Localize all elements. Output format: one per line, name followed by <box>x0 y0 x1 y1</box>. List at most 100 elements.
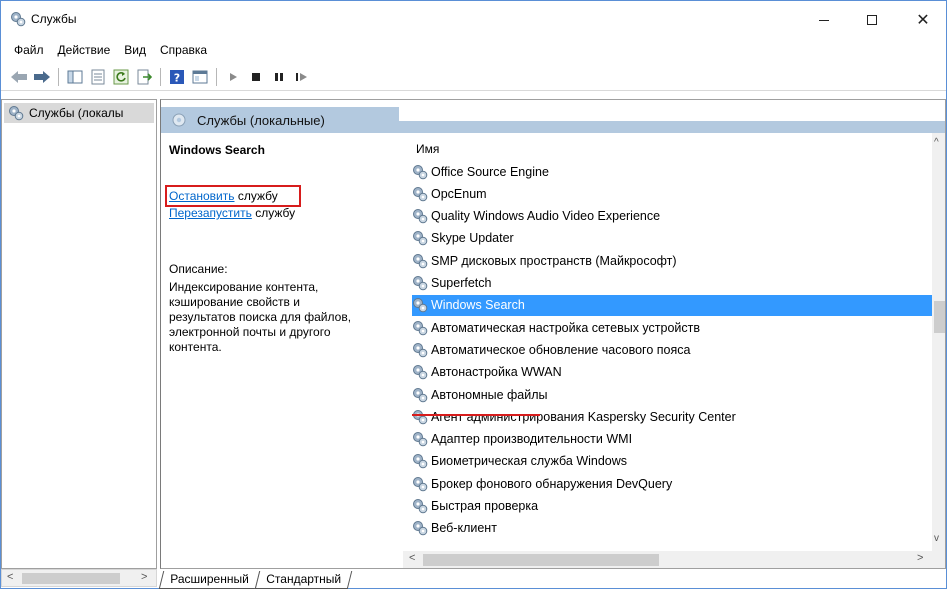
service-gear-icon <box>413 298 428 313</box>
scroll-thumb[interactable] <box>423 554 659 566</box>
service-row[interactable]: Агент администрирования Kaspersky Securi… <box>412 406 937 427</box>
close-button[interactable]: ✕ <box>900 1 946 39</box>
scroll-thumb[interactable] <box>934 301 945 333</box>
help-icon: ? <box>170 69 184 84</box>
toolbar: ? <box>1 63 946 91</box>
console-tree-icon <box>67 70 83 83</box>
minimize-button[interactable] <box>801 1 847 39</box>
properties-button[interactable] <box>88 67 108 87</box>
maximize-button[interactable] <box>849 1 895 39</box>
help-button[interactable]: ? <box>167 67 187 87</box>
service-row[interactable]: Веб-клиент <box>412 518 937 539</box>
service-row[interactable]: SMP дисковых пространств (Майкрософт) <box>412 250 937 271</box>
service-name: Автоматическое обновление часового пояса <box>431 342 691 357</box>
scroll-up-icon[interactable]: ^ <box>934 137 939 148</box>
scroll-right-icon[interactable]: > <box>917 552 923 564</box>
service-row[interactable]: Windows Search <box>412 294 937 316</box>
back-button[interactable] <box>9 67 29 87</box>
service-gear-icon <box>413 231 428 246</box>
scroll-thumb[interactable] <box>22 573 120 584</box>
selected-row-underline <box>412 414 540 416</box>
restart-service-link[interactable]: Перезапустить <box>169 206 252 220</box>
menu-action[interactable]: Действие <box>51 43 118 57</box>
service-row[interactable]: Superfetch <box>412 273 937 294</box>
service-gear-icon <box>413 365 428 380</box>
service-name: OpcEnum <box>431 186 487 201</box>
service-row[interactable]: Автономные файлы <box>412 384 937 405</box>
toolbar-separator <box>58 67 59 86</box>
service-row[interactable]: OpcEnum <box>412 183 937 204</box>
tree-item-services-local[interactable]: Службы (локалы <box>4 103 154 123</box>
pause-service-button[interactable] <box>269 67 289 87</box>
service-row[interactable]: Быстрая проверка <box>412 496 937 517</box>
stop-icon <box>252 72 260 81</box>
restart-service-action: Перезапустить службу <box>169 206 295 220</box>
service-name: Quality Windows Audio Video Experience <box>431 209 661 224</box>
service-name: Автоматическая настройка сетевых устройс… <box>431 320 701 335</box>
scroll-right-icon[interactable]: > <box>141 571 147 583</box>
console-tree: Службы (локалы <box>1 99 157 569</box>
service-row[interactable]: Адаптер производительности WMI <box>412 429 937 450</box>
restart-icon <box>296 72 307 81</box>
services-gear-icon <box>172 113 186 127</box>
view-icon <box>192 70 208 83</box>
tree-horizontal-scrollbar[interactable]: < > <box>1 569 157 587</box>
play-icon <box>230 72 237 81</box>
tab-standard-label: Стандартный <box>265 572 341 586</box>
service-gear-icon <box>413 342 428 358</box>
service-gear-icon <box>413 253 428 268</box>
tab-extended[interactable]: Расширенный <box>158 571 260 589</box>
service-name: Веб-клиент <box>431 521 497 536</box>
stop-service-button[interactable] <box>246 67 266 87</box>
service-gear-icon <box>413 499 428 514</box>
service-gear-icon <box>413 521 428 536</box>
service-name: Superfetch <box>431 276 492 290</box>
description-label: Описание: <box>169 262 228 276</box>
scroll-down-icon[interactable]: v <box>934 533 939 544</box>
service-name: Быстрая проверка <box>431 499 539 513</box>
list-horizontal-scrollbar[interactable]: < > <box>403 551 932 568</box>
service-gear-icon <box>413 409 428 425</box>
scroll-left-icon[interactable]: < <box>7 571 13 583</box>
console-view-button[interactable] <box>190 67 210 87</box>
service-row[interactable]: Skype Updater <box>412 228 937 249</box>
service-name: SMP дисковых пространств (Майкрософт) <box>431 253 677 268</box>
tab-standard[interactable]: Стандартный <box>254 571 352 589</box>
refresh-button[interactable] <box>111 67 131 87</box>
forward-arrow-icon <box>34 70 50 83</box>
menu-help[interactable]: Справка <box>153 43 214 57</box>
services-gear-icon <box>9 106 24 121</box>
restart-service-button[interactable] <box>292 67 312 87</box>
minimize-icon <box>819 19 829 21</box>
stop-service-action: Остановить службу <box>169 189 278 203</box>
start-service-button[interactable] <box>223 67 243 87</box>
selected-service-name: Windows Search <box>169 143 265 157</box>
list-vertical-scrollbar[interactable]: ^ v <box>932 133 945 568</box>
services-gear-icon <box>11 12 26 27</box>
service-row[interactable]: Автонастройка WWAN <box>412 362 937 383</box>
column-header-name[interactable]: Имя <box>416 142 439 156</box>
service-row[interactable]: Quality Windows Audio Video Experience <box>412 206 937 227</box>
scroll-left-icon[interactable]: < <box>409 552 415 564</box>
close-icon: ✕ <box>916 12 930 29</box>
service-row[interactable]: Брокер фонового обнаружения DevQuery <box>412 473 937 494</box>
description-text: Индексирование контента, кэширование сво… <box>169 280 352 354</box>
service-row[interactable]: Биометрическая служба Windows <box>412 451 937 472</box>
window-title: Службы <box>31 12 77 26</box>
toolbar-separator <box>160 67 161 86</box>
menu-view[interactable]: Вид <box>117 43 153 57</box>
show-tree-button[interactable] <box>65 67 85 87</box>
toolbar-separator <box>216 67 217 86</box>
menu-bar: Файл Действие Вид Справка <box>1 39 946 61</box>
service-row[interactable]: Автоматическая настройка сетевых устройс… <box>412 317 937 338</box>
service-name: Автонастройка WWAN <box>431 365 562 380</box>
service-row[interactable]: Office Source Engine <box>412 161 937 182</box>
forward-button[interactable] <box>32 67 52 87</box>
service-name: Автономные файлы <box>431 387 548 402</box>
export-list-button[interactable] <box>134 67 154 87</box>
service-row[interactable]: Автоматическое обновление часового пояса <box>412 339 937 360</box>
service-gear-icon <box>413 276 428 291</box>
service-name: Skype Updater <box>431 231 514 246</box>
menu-file[interactable]: Файл <box>7 43 51 57</box>
stop-service-link[interactable]: Остановить <box>169 189 235 203</box>
